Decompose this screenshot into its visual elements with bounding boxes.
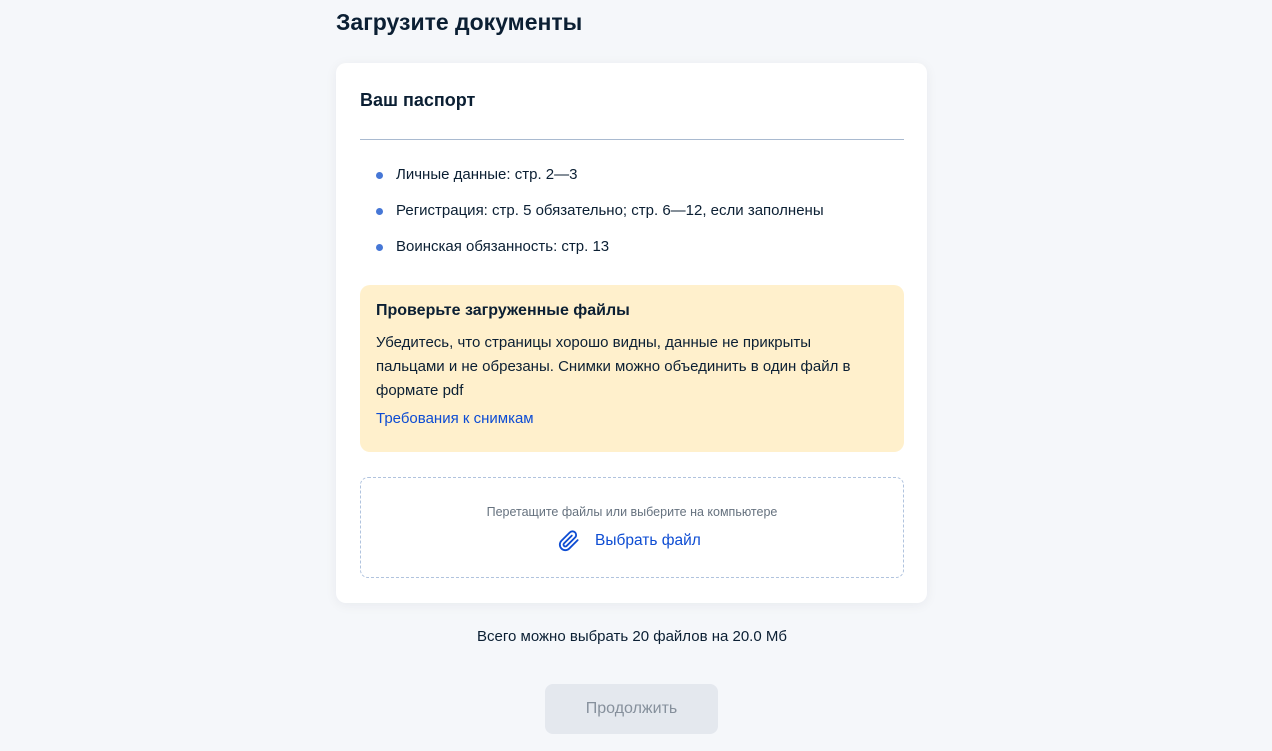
bullet xyxy=(376,244,383,251)
notice-text: Убедитесь, что страницы хорошо видны, да… xyxy=(376,334,851,399)
bullet xyxy=(376,172,383,179)
passport-upload-card: Ваш паспорт Личные данные: стр. 2—3 Реги… xyxy=(336,63,927,603)
photo-requirements-link[interactable]: Требования к снимкам xyxy=(376,409,534,429)
dropzone-hint: Перетащите файлы или выберите на компьют… xyxy=(486,505,778,519)
list-item: Воинская обязанность: стр. 13 xyxy=(360,237,824,273)
choose-file-button[interactable]: Выбрать файл xyxy=(558,529,701,553)
bullet xyxy=(376,208,383,215)
paperclip-icon xyxy=(558,530,580,552)
list-item-text: Воинская обязанность: стр. 13 xyxy=(396,238,610,255)
list-item: Личные данные: стр. 2—3 xyxy=(360,165,824,201)
notice-title: Проверьте загруженные файлы xyxy=(376,302,630,319)
list-item: Регистрация: стр. 5 обязательно; стр. 6—… xyxy=(360,201,824,237)
check-files-notice: Проверьте загруженные файлы Убедитесь, ч… xyxy=(360,285,904,452)
list-item-text: Личные данные: стр. 2—3 xyxy=(396,166,578,183)
card-title: Ваш паспорт xyxy=(360,90,476,110)
file-dropzone[interactable]: Перетащите файлы или выберите на компьют… xyxy=(360,477,904,578)
choose-file-label: Выбрать файл xyxy=(595,532,701,549)
page-title: Загрузите документы xyxy=(336,9,583,35)
divider xyxy=(360,139,904,140)
file-limit-text: Всего можно выбрать 20 файлов на 20.0 Мб xyxy=(477,628,787,645)
continue-button[interactable]: Продолжить xyxy=(545,684,718,734)
required-pages-list: Личные данные: стр. 2—3 Регистрация: стр… xyxy=(360,165,824,273)
list-item-text: Регистрация: стр. 5 обязательно; стр. 6—… xyxy=(396,202,824,219)
